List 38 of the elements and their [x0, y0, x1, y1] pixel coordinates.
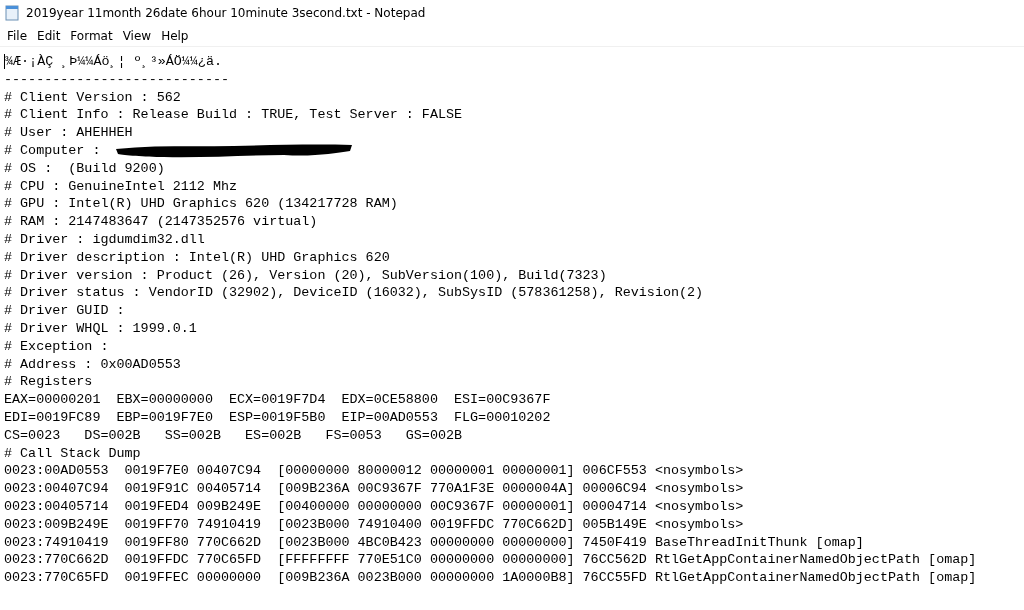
- text-line: 0023:009B249E 0019FF70 74910419 [0023B000 74910400 0019FFDC 770C662D] 005B149E <nosymbols>: [4, 515, 744, 534]
- text-line: # Address : 0x00AD0553: [4, 355, 181, 374]
- text-line: # User : AHEHHEH: [4, 124, 133, 142]
- text-line: # Exception :: [4, 337, 109, 356]
- text-line: ¾Æ·¡ÀÇ ¸Þ¼¼Áö¸¦ º¸³»ÁÖ¼¼¿ä.: [5, 53, 222, 71]
- text-line: # Driver description : Intel(R) UHD Graphics 620: [4, 248, 390, 267]
- text-line: # Driver WHQL : 1999.0.1: [4, 319, 197, 338]
- text-line: # Driver status : VendorID (32902), DeviceID (16032), SubSysID (578361258), Revision(2): [4, 284, 704, 303]
- text-cursor: [4, 54, 5, 70]
- text-line: # Registers: [4, 373, 93, 392]
- text-line: # OS : (Build 9200): [4, 159, 165, 178]
- text-line: 0023:74910419 0019FF80 770C662D [0023B000 4BC0B423 00000000 00000000] 7450F419 BaseThreadInitThunk [omap]: [4, 533, 864, 552]
- text-line: # Driver : igdumdim32.dll: [4, 230, 205, 249]
- text-line: # Client Info : Release Build : TRUE, Test Server : FALSE: [4, 106, 463, 125]
- text-line: # Driver GUID :: [4, 302, 125, 320]
- text-line: # RAM : 2147483647 (2147352576 virtual): [4, 213, 318, 231]
- window-title: 2019year 11month 26date 6hour 10minute 3second.txt - Notepad: [26, 6, 426, 20]
- text-line: # Driver version : Product (26), Version (20), SubVersion(100), Build(7323): [4, 266, 607, 285]
- text-line: 0023:00407C94 0019F91C 00405714 [009B236A 00C9367F 770A1F3E 0000004A] 00006C94 <nosymbols>: [4, 480, 744, 498]
- text-line: 0023:00AD0553 0019F7E0 00407C94 [00000000 80000012 00000001 00000001] 006CF553 <nosymbols>: [4, 462, 744, 481]
- text-line: # GPU : Intel(R) UHD Graphics 620 (134217728 RAM): [4, 195, 398, 214]
- text-line: # Computer :: [4, 142, 102, 160]
- text-line: # Call Stack Dump: [4, 444, 141, 463]
- text-line: CS=0023 DS=002B SS=002B ES=002B FS=0053 GS=002B: [4, 426, 463, 445]
- text-line: 0023:770C662D 0019FFDC 770C65FD [FFFFFFFF 770E51C0 00000000 00000000] 76CC562D RtlGetAppContainerNamedObjectPath [omap]: [4, 551, 977, 570]
- menu-item[interactable]: Edit: [32, 29, 66, 43]
- text-line: EAX=00000201 EBX=00000000 ECX=0019F7D4 EDX=0CE58800 ESI=00C9367F: [4, 391, 551, 409]
- menu-item[interactable]: Help: [156, 29, 194, 43]
- text-line: 0023:00405714 0019FED4 009B249E [00400000 00000000 00C9367F 00000001] 00004714 <nosymbols>: [4, 497, 744, 516]
- text-line: # Client Version : 562: [4, 88, 181, 107]
- text-line: 0023:770C65FD 0019FFEC 00000000 [009B236A 0023B000 00000000 1A0000B8] 76CC55FD RtlGetAppContainerNamedObjectPath [omap]: [4, 569, 977, 587]
- text-line: EDI=0019FC89 EBP=0019F7E0 ESP=0019F5B0 EIP=00AD0553 FLG=00010202: [4, 408, 551, 427]
- notepad-icon: [4, 5, 20, 21]
- text-line: # CPU : GenuineIntel 2112 Mhz: [4, 177, 238, 196]
- menu-item[interactable]: View: [117, 29, 157, 43]
- menu-item[interactable]: Format: [65, 29, 118, 43]
- menu-item[interactable]: File: [2, 29, 33, 43]
- text-line: ----------------------------: [4, 70, 229, 89]
